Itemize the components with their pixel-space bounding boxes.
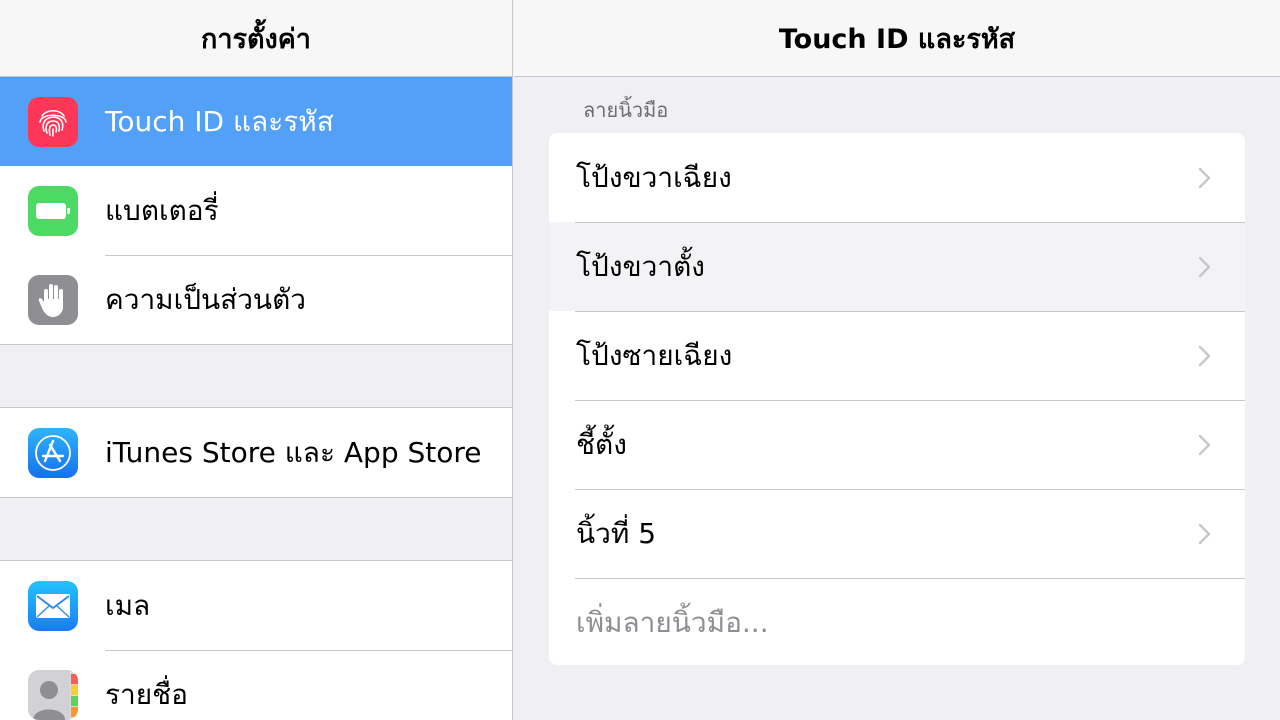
hand-icon	[28, 274, 78, 325]
sidebar-item-itunes-app-store[interactable]: iTunes Store และ App Store	[0, 408, 512, 497]
fingerprint-label: โป้งขวาตั้ง	[576, 249, 705, 283]
fingerprint-row[interactable]: โป้งขวาเฉียง	[549, 133, 1245, 222]
chevron-right-icon	[1198, 256, 1211, 277]
sidebar-item-label: รายชื่อ	[105, 677, 188, 711]
fingerprint-label: นิ้วที่ 5	[576, 516, 657, 550]
sidebar-item-label: ความเป็นส่วนตัว	[105, 282, 306, 316]
fingerprint-label: โป้งขวาเฉียง	[576, 160, 732, 194]
contacts-icon	[28, 669, 78, 720]
sidebar-item-battery[interactable]: แบตเตอรี่	[0, 166, 512, 255]
app-store-icon	[28, 427, 78, 478]
sidebar-item-mail[interactable]: เมล	[0, 561, 512, 650]
chevron-right-icon	[1198, 434, 1211, 455]
battery-icon	[28, 185, 78, 236]
sidebar-item-label: แบตเตอรี่	[105, 193, 219, 227]
fingerprint-row[interactable]: นิ้วที่ 5	[549, 489, 1245, 578]
fingerprint-label: ชี้ตั้ง	[576, 427, 627, 461]
settings-group-apps: เมล รายชื่อ	[0, 560, 512, 720]
fingerprint-row[interactable]: โป้งซายเฉียง	[549, 311, 1245, 400]
fingerprints-list: โป้งขวาเฉียง โป้งขวาตั้ง โป้งซายเฉียง ชี…	[549, 133, 1245, 665]
fingerprint-icon	[28, 96, 78, 147]
sidebar-item-touch-id[interactable]: Touch ID และรหัส	[0, 77, 512, 166]
settings-group-store: iTunes Store และ App Store	[0, 407, 512, 498]
settings-group-security: Touch ID และรหัส แบตเตอรี่ ความเป็นส่วนต…	[0, 77, 512, 345]
master-title: การตั้งค่า	[201, 23, 311, 55]
add-fingerprint-label: เพิ่มลายนิ้วมือ...	[576, 605, 769, 639]
sidebar-item-privacy[interactable]: ความเป็นส่วนตัว	[0, 255, 512, 344]
fingerprint-label: โป้งซายเฉียง	[576, 338, 733, 372]
sidebar-item-label: Touch ID และรหัส	[105, 104, 334, 138]
fingerprints-section-header: ลายนิ้วมือ	[583, 98, 669, 122]
fingerprint-row[interactable]: ชี้ตั้ง	[549, 400, 1245, 489]
detail-title: Touch ID และรหัส	[778, 23, 1016, 55]
chevron-right-icon	[1198, 523, 1211, 544]
settings-master-pane: การตั้งค่า Touch ID และรหัส แบตเตอรี่ คว…	[0, 0, 513, 720]
detail-navigation-bar: Touch ID และรหัส	[514, 0, 1280, 77]
touch-id-detail-pane: Touch ID และรหัส ลายนิ้วมือ โป้งขวาเฉียง…	[514, 0, 1280, 720]
sidebar-item-contacts[interactable]: รายชื่อ	[0, 650, 512, 720]
master-navigation-bar: การตั้งค่า	[0, 0, 512, 77]
sidebar-item-label: iTunes Store และ App Store	[105, 435, 482, 469]
sidebar-item-label: เมล	[105, 588, 151, 622]
chevron-right-icon	[1198, 345, 1211, 366]
add-fingerprint-button[interactable]: เพิ่มลายนิ้วมือ...	[549, 578, 1245, 665]
chevron-right-icon	[1198, 167, 1211, 188]
fingerprint-row[interactable]: โป้งขวาตั้ง	[549, 222, 1245, 311]
mail-icon	[28, 580, 78, 631]
